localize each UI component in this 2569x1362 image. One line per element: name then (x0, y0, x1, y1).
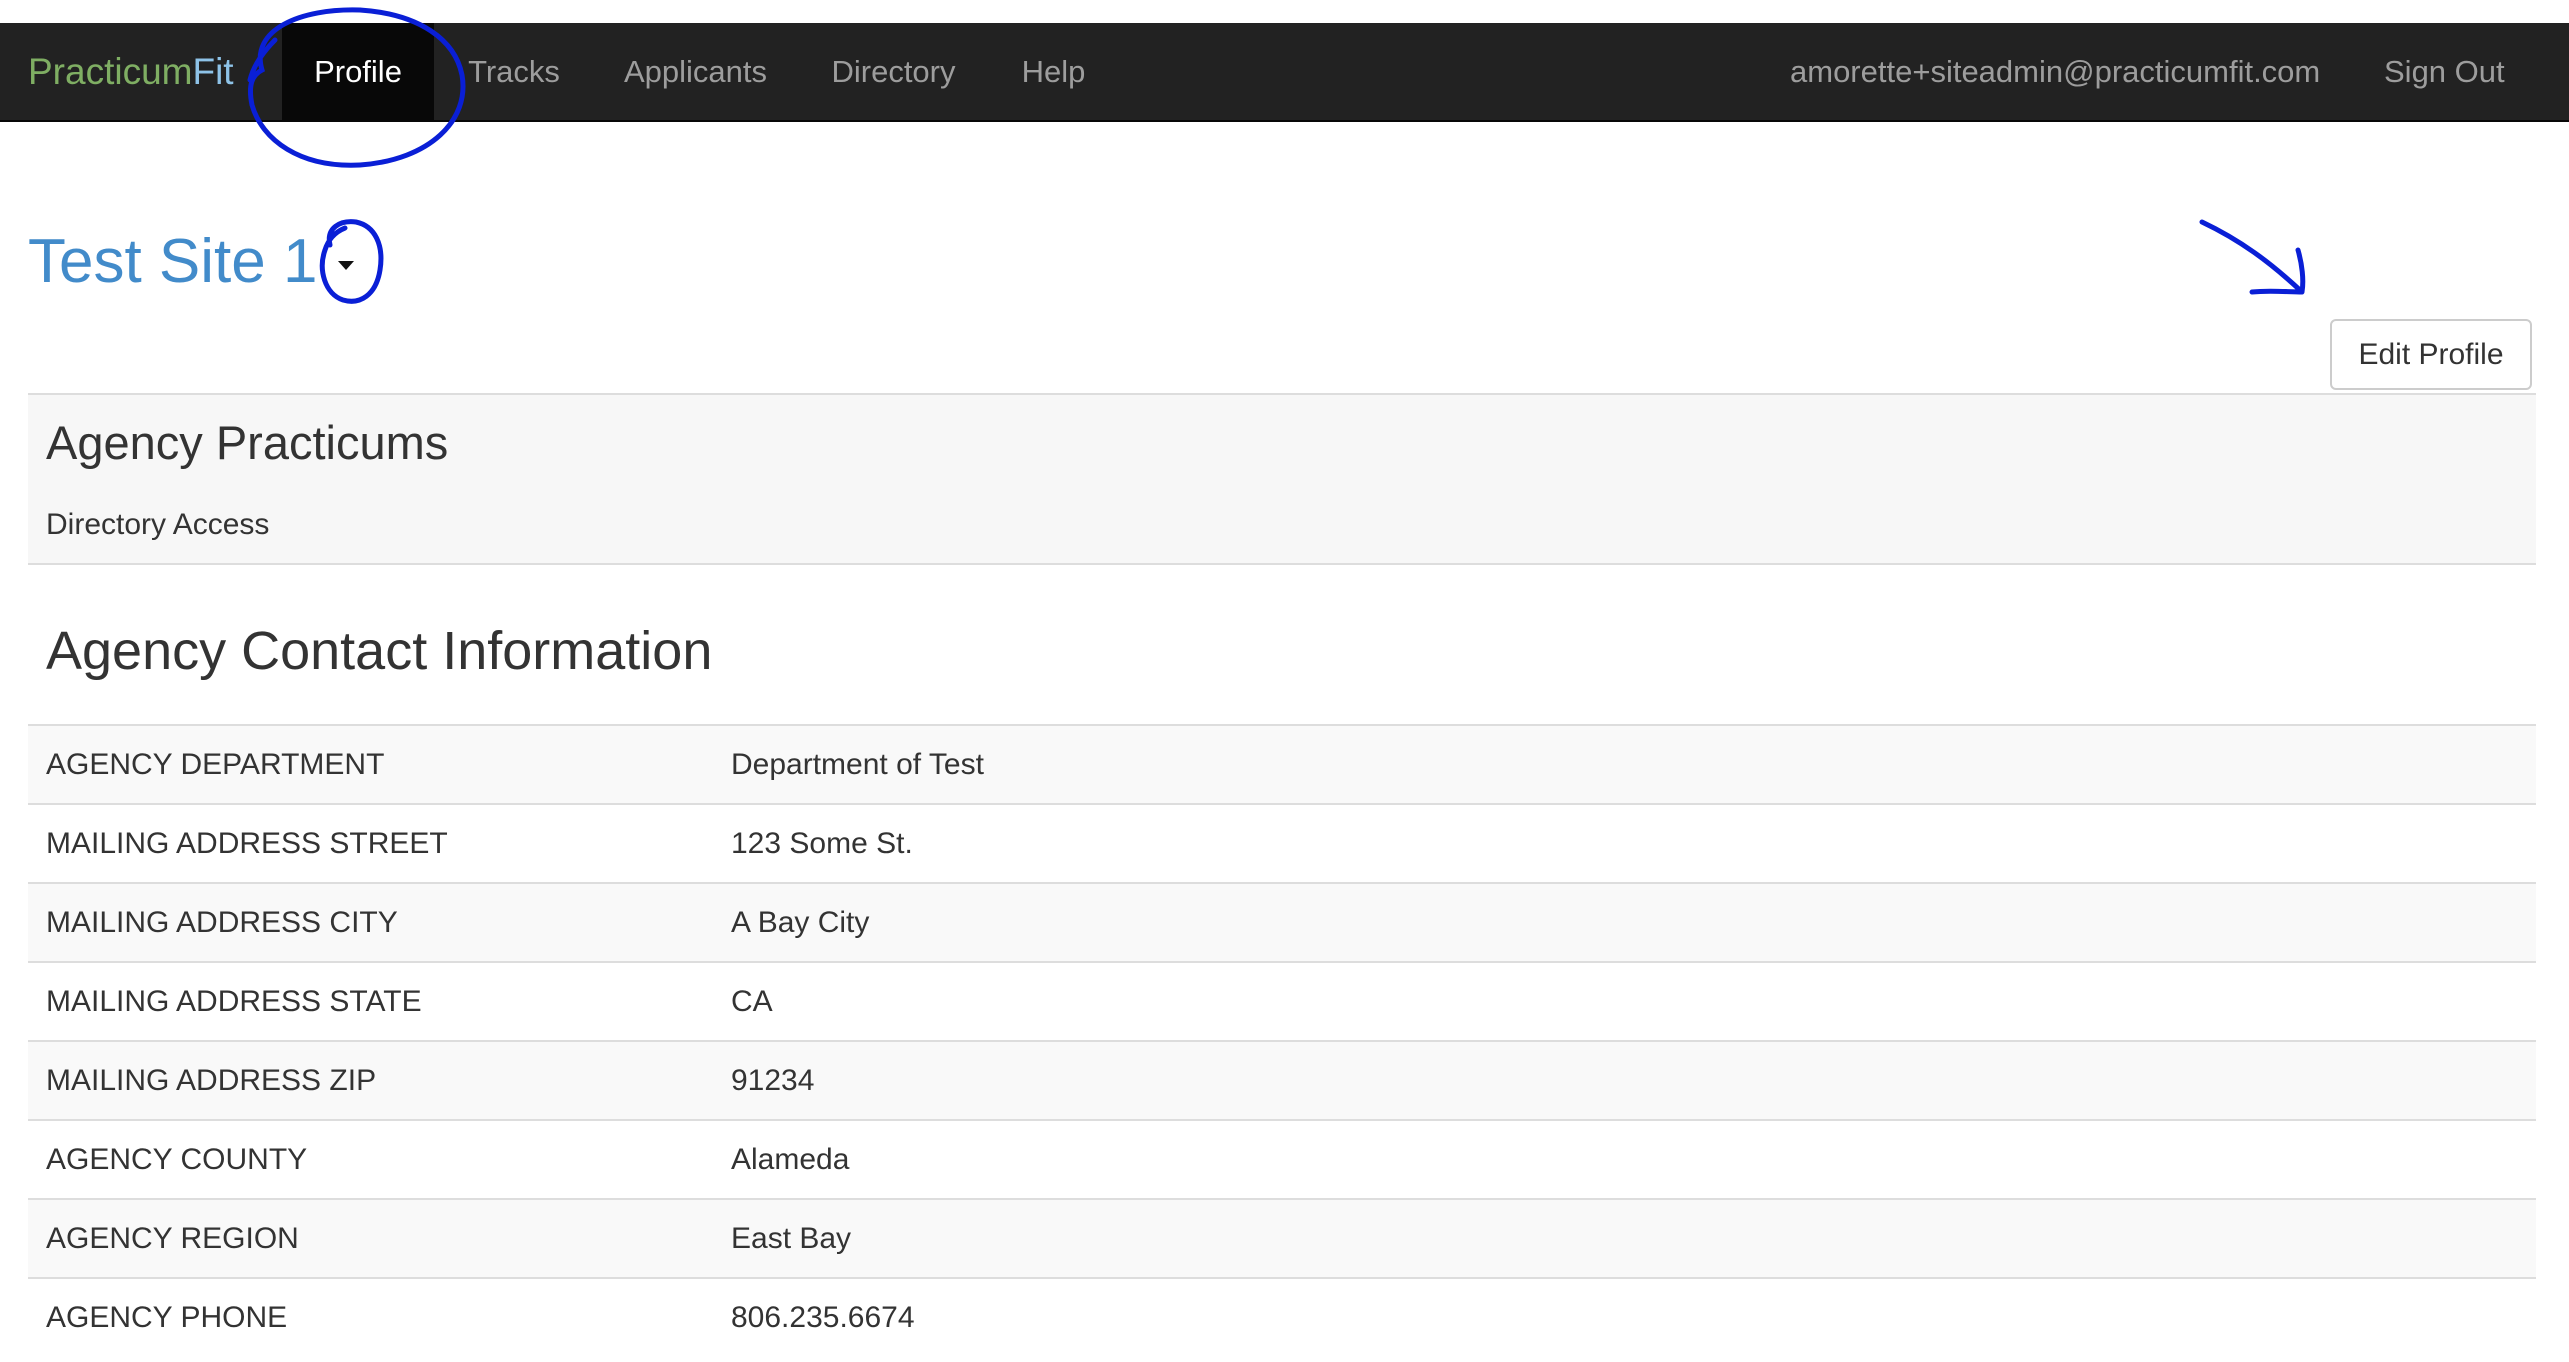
nav-item-tracks[interactable]: Tracks (434, 23, 594, 120)
row-value: 123 Some St. (713, 803, 2536, 883)
table-row: MAILING ADDRESS ZIP 91234 (28, 1040, 2536, 1120)
brand-name-part1: Practicum (28, 51, 193, 92)
agency-practicums-panel: Agency Practicums Directory Access (28, 393, 2536, 565)
row-label: MAILING ADDRESS STREET (28, 803, 713, 883)
row-label: MAILING ADDRESS STATE (28, 961, 713, 1041)
table-row: AGENCY COUNTY Alameda (28, 1119, 2536, 1199)
top-strip (0, 0, 2569, 23)
annotation-arrow (2199, 219, 2306, 295)
row-label: AGENCY DEPARTMENT (28, 724, 713, 804)
navbar: PracticumFit Profile Tracks Applicants D… (0, 23, 2569, 122)
site-dropdown-toggle[interactable] (330, 250, 360, 280)
row-label: AGENCY PHONE (28, 1277, 713, 1357)
contact-info-table: AGENCY DEPARTMENT Department of Test MAIL… (28, 724, 2536, 1357)
table-row: AGENCY REGION East Bay (28, 1198, 2536, 1278)
nav-item-directory[interactable]: Directory (797, 23, 990, 120)
row-label: AGENCY COUNTY (28, 1119, 713, 1199)
nav-item-applicants[interactable]: Applicants (594, 23, 797, 120)
row-value: Alameda (713, 1119, 2536, 1199)
directory-access-link[interactable]: Directory Access (46, 508, 269, 542)
row-value: 91234 (713, 1040, 2536, 1120)
edit-profile-button[interactable]: Edit Profile (2330, 319, 2532, 390)
brand-logo[interactable]: PracticumFit (28, 23, 234, 120)
table-row: MAILING ADDRESS STATE CA (28, 961, 2536, 1041)
row-value: A Bay City (713, 882, 2536, 962)
contact-section-title: Agency Contact Information (46, 621, 713, 681)
row-label: AGENCY REGION (28, 1198, 713, 1278)
user-email-link[interactable]: amorette+siteadmin@practicumfit.com (1790, 23, 2320, 120)
row-label: MAILING ADDRESS CITY (28, 882, 713, 962)
nav-item-help[interactable]: Help (990, 23, 1117, 120)
brand-name-part2: Fit (192, 51, 234, 92)
table-row: MAILING ADDRESS STREET 123 Some St. (28, 803, 2536, 883)
row-value: CA (713, 961, 2536, 1041)
panel-title: Agency Practicums (46, 416, 449, 469)
sign-out-link[interactable]: Sign Out (2384, 23, 2505, 120)
row-value: Department of Test (713, 724, 2536, 804)
nav-item-profile[interactable]: Profile (282, 23, 434, 120)
table-row: AGENCY DEPARTMENT Department of Test (28, 724, 2536, 804)
page-title: Test Site 1 (28, 227, 318, 296)
row-value: East Bay (713, 1198, 2536, 1278)
table-row: MAILING ADDRESS CITY A Bay City (28, 882, 2536, 962)
row-label: MAILING ADDRESS ZIP (28, 1040, 713, 1120)
row-value: 806.235.6674 (713, 1277, 2536, 1357)
table-row: AGENCY PHONE 806.235.6674 (28, 1277, 2536, 1357)
dropdown-caret-icon (338, 261, 354, 270)
